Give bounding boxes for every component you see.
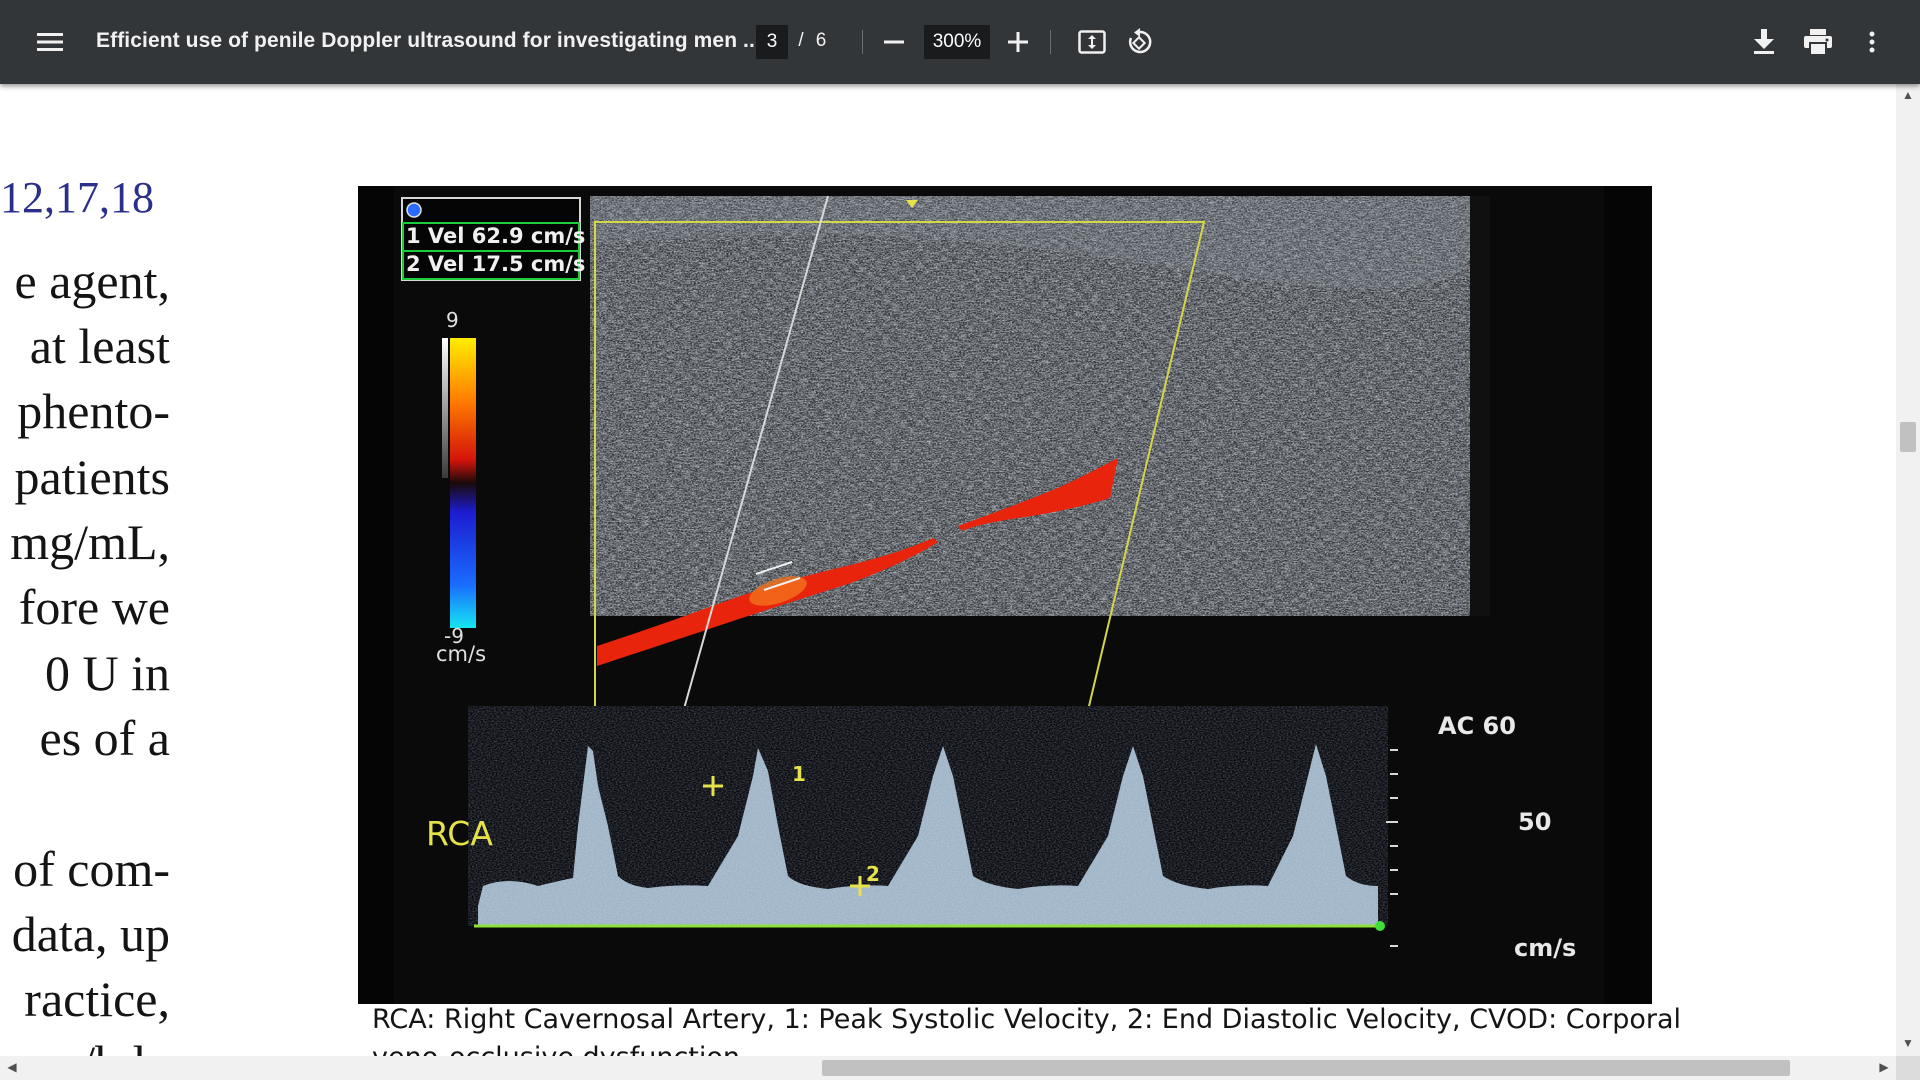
text-line: ractice, (24, 971, 170, 1027)
text-line: es of a (39, 710, 171, 766)
horizontal-scroll-thumb[interactable] (822, 1060, 1790, 1076)
menu-button[interactable] (30, 22, 70, 62)
toolbar-divider (862, 30, 863, 54)
more-vert-icon (1869, 31, 1875, 53)
scroll-left-icon[interactable]: ◀ (4, 1060, 20, 1074)
rotate-icon (1128, 28, 1152, 54)
body-text-column: 12,17,18 e agent, at least phento- patie… (0, 84, 172, 1056)
text-line: y/bd.. (56, 1034, 170, 1056)
minus-icon (884, 40, 904, 44)
scroll-up-icon[interactable]: ▲ (1900, 88, 1916, 102)
text-line: data, up (11, 906, 170, 962)
text-line: at least (29, 318, 170, 374)
velocity-1-readout: 1 Vel 62.9 cm/s (406, 224, 586, 248)
color-scale-max: 9 (446, 308, 459, 332)
text-line: e agent, (14, 253, 170, 309)
text-line: phento- (17, 383, 170, 439)
marker-2-label: 2 (866, 862, 880, 886)
citation-links[interactable]: 12,17,18 (0, 172, 154, 223)
pdf-toolbar: Efficient use of penile Doppler ultrasou… (0, 0, 1920, 84)
color-scale-unit: cm/s (436, 642, 487, 666)
toolbar-divider (1050, 30, 1051, 54)
scroll-down-icon[interactable]: ▼ (1900, 1036, 1916, 1050)
rca-label: RCA (426, 814, 493, 853)
page-number-input[interactable]: 3 (756, 25, 788, 59)
scrollbar-corner (1896, 1056, 1920, 1080)
figure-caption: RCA: Right Cavernosal Artery, 1: Peak Sy… (372, 1004, 1682, 1035)
download-button[interactable] (1744, 22, 1784, 62)
ac-label: AC 60 (1438, 712, 1516, 740)
zoom-level-input[interactable]: 300% (924, 25, 990, 59)
page-separator: / (798, 30, 804, 51)
text-line: mg/mL, (10, 514, 170, 570)
hamburger-icon (37, 33, 63, 51)
plus-icon (1008, 32, 1028, 52)
text-line: fore we (18, 579, 170, 635)
zoom-out-button[interactable] (874, 22, 914, 62)
vertical-scrollbar[interactable] (1896, 84, 1920, 1056)
download-icon (1754, 29, 1774, 54)
fit-page-icon (1078, 30, 1106, 54)
printer-icon (1804, 29, 1832, 55)
text-line: 0 U in (45, 645, 170, 701)
document-title: Efficient use of penile Doppler ultrasou… (96, 29, 761, 52)
rotate-button[interactable] (1120, 22, 1160, 62)
ultrasound-image (358, 186, 1652, 1004)
scroll-right-icon[interactable]: ▶ (1876, 1060, 1892, 1074)
text-line: of com- (13, 841, 170, 897)
zoom-in-button[interactable] (998, 22, 1038, 62)
text-line: patients (14, 449, 170, 505)
marker-1-label: 1 (792, 762, 806, 786)
fit-to-page-button[interactable] (1072, 22, 1112, 62)
page-count: 6 (815, 30, 827, 51)
spectral-unit-label: cm/s (1514, 934, 1577, 962)
velocity-2-readout: 2 Vel 17.5 cm/s (406, 252, 586, 276)
spectral-scale-label: 50 (1518, 808, 1552, 836)
figure-caption-line2: veno-occlusive dysfunction (372, 1042, 740, 1056)
more-actions-button[interactable] (1852, 22, 1892, 62)
doppler-ultrasound-figure: 1 Vel 62.9 cm/s 2 Vel 17.5 cm/s 9 -9 cm/… (358, 186, 1652, 1004)
print-button[interactable] (1798, 22, 1838, 62)
vertical-scroll-thumb[interactable] (1900, 422, 1916, 452)
pdf-viewport[interactable]: 12,17,18 e agent, at least phento- patie… (0, 84, 1896, 1056)
